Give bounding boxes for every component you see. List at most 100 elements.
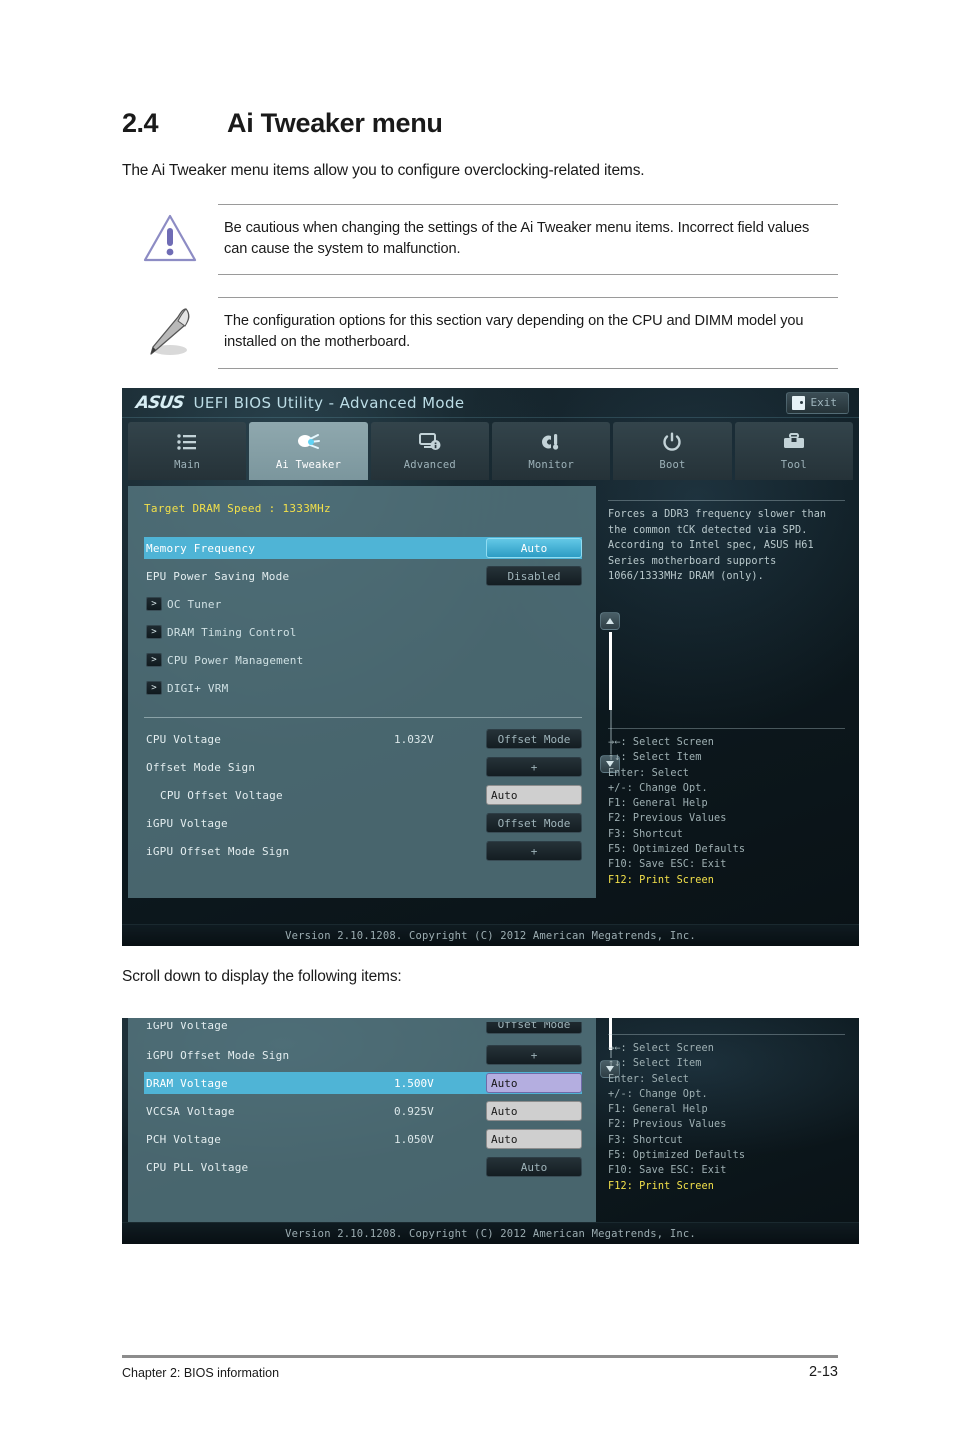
note-callout: The configuration options for this secti… bbox=[122, 297, 838, 369]
cpu-pll-voltage-value[interactable]: Auto bbox=[486, 1157, 582, 1177]
igpu-voltage-mode[interactable]: Offset Mode bbox=[486, 813, 582, 833]
legend-item: ↑↓: Select Item bbox=[608, 752, 702, 764]
setting-row-memory-frequency[interactable]: Memory Frequency Auto bbox=[144, 537, 582, 559]
setting-label: iGPU Voltage bbox=[146, 816, 228, 830]
tuner-icon bbox=[295, 430, 321, 454]
submenu-label: DRAM Timing Control bbox=[167, 625, 297, 639]
setting-row-cpu-power-management[interactable]: > CPU Power Management bbox=[144, 649, 582, 671]
chevron-right-icon: > bbox=[146, 597, 162, 611]
warning-text: Be cautious when changing the settings o… bbox=[224, 219, 810, 258]
note-text: The configuration options for this secti… bbox=[224, 313, 804, 351]
tab-tool[interactable]: Tool bbox=[734, 422, 853, 480]
setting-label: CPU PLL Voltage bbox=[146, 1160, 249, 1174]
legend-item: Enter: Select bbox=[608, 767, 690, 779]
document-content: 2.4 Ai Tweaker menu The Ai Tweaker menu … bbox=[122, 0, 838, 369]
exit-button-label: Exit bbox=[810, 396, 838, 409]
help-divider-top bbox=[608, 500, 845, 501]
setting-label: VCCSA Voltage bbox=[146, 1104, 235, 1118]
setting-label: Offset Mode Sign bbox=[146, 760, 256, 774]
setting-label: iGPU Offset Mode Sign bbox=[146, 844, 290, 858]
setting-label: > CPU Power Management bbox=[144, 653, 582, 667]
vccsa-voltage-input[interactable]: Auto bbox=[486, 1101, 582, 1121]
footer-chapter: Chapter 2: BIOS information bbox=[122, 1366, 280, 1380]
target-dram-speed: Target DRAM Speed : 1333MHz bbox=[144, 502, 331, 515]
bios-help-panel: →←: Select Screen ↑↓: Select Item Enter:… bbox=[596, 1018, 853, 1222]
bios-tab-bar: Main Ai Tweaker Advanced Monitor Boot To… bbox=[122, 418, 859, 480]
setting-row-dram-timing-control[interactable]: > DRAM Timing Control bbox=[144, 621, 582, 643]
setting-row-vccsa-voltage[interactable]: VCCSA Voltage 0.925V Auto bbox=[144, 1100, 582, 1122]
setting-row-igpu-voltage-clipped[interactable]: iGPU Voltage Offset Mode bbox=[144, 1022, 582, 1036]
epu-power-saving-mode-value[interactable]: Disabled bbox=[486, 566, 582, 586]
keyboard-legend: →←: Select Screen ↑↓: Select Item Enter:… bbox=[608, 735, 845, 888]
bios-screenshot-top: ASUS UEFI BIOS Utility - Advanced Mode E… bbox=[122, 388, 859, 946]
legend-item-print-screen: F12: Print Screen bbox=[608, 874, 714, 886]
setting-row-cpu-offset-voltage[interactable]: CPU Offset Voltage Auto bbox=[144, 784, 582, 806]
exit-button[interactable]: Exit bbox=[785, 391, 849, 414]
setting-row-igpu-offset-mode-sign[interactable]: iGPU Offset Mode Sign + bbox=[144, 840, 582, 862]
bios-settings-panel: Target DRAM Speed : 1333MHz Memory Frequ… bbox=[128, 486, 620, 898]
exit-door-icon bbox=[791, 395, 805, 410]
cpu-offset-voltage-input[interactable]: Auto bbox=[486, 785, 582, 805]
legend-item: ↑↓: Select Item bbox=[608, 1058, 702, 1070]
section-number: 2.4 bbox=[122, 108, 159, 138]
bios-version-footer: Version 2.10.1208. Copyright (C) 2012 Am… bbox=[122, 924, 859, 946]
bios-help-panel: Forces a DDR3 frequency slower than the … bbox=[596, 486, 853, 898]
tab-ai-tweaker[interactable]: Ai Tweaker bbox=[249, 422, 368, 480]
offset-mode-sign-value[interactable]: + bbox=[486, 757, 582, 777]
setting-label: CPU Offset Voltage bbox=[160, 788, 283, 802]
legend-item: F2: Previous Values bbox=[608, 813, 727, 825]
tab-ai-tweaker-label: Ai Tweaker bbox=[275, 459, 342, 471]
setting-row-igpu-offset-mode-sign[interactable]: iGPU Offset Mode Sign + bbox=[144, 1044, 582, 1066]
tab-advanced[interactable]: Advanced bbox=[370, 422, 489, 480]
setting-row-oc-tuner[interactable]: > OC Tuner bbox=[144, 593, 582, 615]
cpu-voltage-mode[interactable]: Offset Mode bbox=[486, 729, 582, 749]
submenu-label: DIGI+ VRM bbox=[167, 681, 229, 695]
pch-voltage-reading: 1.050V bbox=[394, 1132, 434, 1146]
tab-boot[interactable]: Boot bbox=[613, 422, 732, 480]
pch-voltage-input[interactable]: Auto bbox=[486, 1129, 582, 1149]
legend-item: F10: Save ESC: Exit bbox=[608, 859, 727, 871]
warning-triangle-icon bbox=[122, 204, 218, 264]
setting-label: iGPU Offset Mode Sign bbox=[146, 1048, 290, 1062]
igpu-voltage-mode[interactable]: Offset Mode bbox=[486, 1022, 582, 1034]
asus-logo: ASUS bbox=[134, 392, 185, 413]
setting-label: > DIGI+ VRM bbox=[144, 681, 582, 695]
tab-tool-label: Tool bbox=[780, 459, 807, 471]
thermometer-icon bbox=[540, 430, 562, 454]
setting-row-cpu-pll-voltage[interactable]: CPU PLL Voltage Auto bbox=[144, 1156, 582, 1178]
setting-row-dram-voltage[interactable]: DRAM Voltage 1.500V Auto bbox=[144, 1072, 582, 1094]
tab-main[interactable]: Main bbox=[128, 422, 247, 480]
legend-item: →←: Select Screen bbox=[608, 1043, 714, 1054]
legend-item: F2: Previous Values bbox=[608, 1119, 727, 1131]
footer-rule bbox=[122, 1355, 838, 1358]
dram-voltage-input[interactable]: Auto bbox=[486, 1073, 582, 1093]
setting-row-offset-mode-sign[interactable]: Offset Mode Sign + bbox=[144, 756, 582, 778]
tab-boot-label: Boot bbox=[659, 459, 686, 471]
bios-screenshot-bottom: iGPU Voltage Offset Mode iGPU Offset Mod… bbox=[122, 1018, 859, 1244]
dram-voltage-reading: 1.500V bbox=[394, 1076, 434, 1090]
bios-version-footer: Version 2.10.1208. Copyright (C) 2012 Am… bbox=[122, 1222, 859, 1244]
setting-label: iGPU Voltage bbox=[146, 1022, 228, 1032]
legend-item: +/-: Change Opt. bbox=[608, 782, 708, 794]
setting-row-epu-power-saving-mode[interactable]: EPU Power Saving Mode Disabled bbox=[144, 565, 582, 587]
note-text-box: The configuration options for this secti… bbox=[218, 297, 838, 369]
chevron-right-icon: > bbox=[146, 653, 162, 667]
tab-advanced-label: Advanced bbox=[403, 459, 456, 471]
legend-item: F1: General Help bbox=[608, 798, 708, 810]
legend-item-print-screen: F12: Print Screen bbox=[608, 1180, 714, 1192]
igpu-offset-mode-sign-value[interactable]: + bbox=[486, 841, 582, 861]
warning-callout: Be cautious when changing the settings o… bbox=[122, 203, 838, 276]
setting-row-igpu-voltage[interactable]: iGPU Voltage Offset Mode bbox=[144, 812, 582, 834]
setting-row-pch-voltage[interactable]: PCH Voltage 1.050V Auto bbox=[144, 1128, 582, 1150]
setting-row-cpu-voltage[interactable]: CPU Voltage 1.032V Offset Mode bbox=[144, 728, 582, 750]
igpu-offset-mode-sign-value[interactable]: + bbox=[486, 1045, 582, 1065]
setting-label: PCH Voltage bbox=[146, 1132, 222, 1146]
bios-body: iGPU Voltage Offset Mode iGPU Offset Mod… bbox=[122, 1018, 859, 1222]
tab-monitor[interactable]: Monitor bbox=[491, 422, 611, 480]
legend-item: F1: General Help bbox=[608, 1104, 708, 1116]
setting-label: > OC Tuner bbox=[144, 597, 582, 611]
setting-row-digi-vrm[interactable]: > DIGI+ VRM bbox=[144, 677, 582, 699]
bios-title: UEFI BIOS Utility - Advanced Mode bbox=[193, 393, 465, 412]
tab-monitor-label: Monitor bbox=[528, 459, 574, 471]
memory-frequency-value[interactable]: Auto bbox=[486, 538, 582, 558]
